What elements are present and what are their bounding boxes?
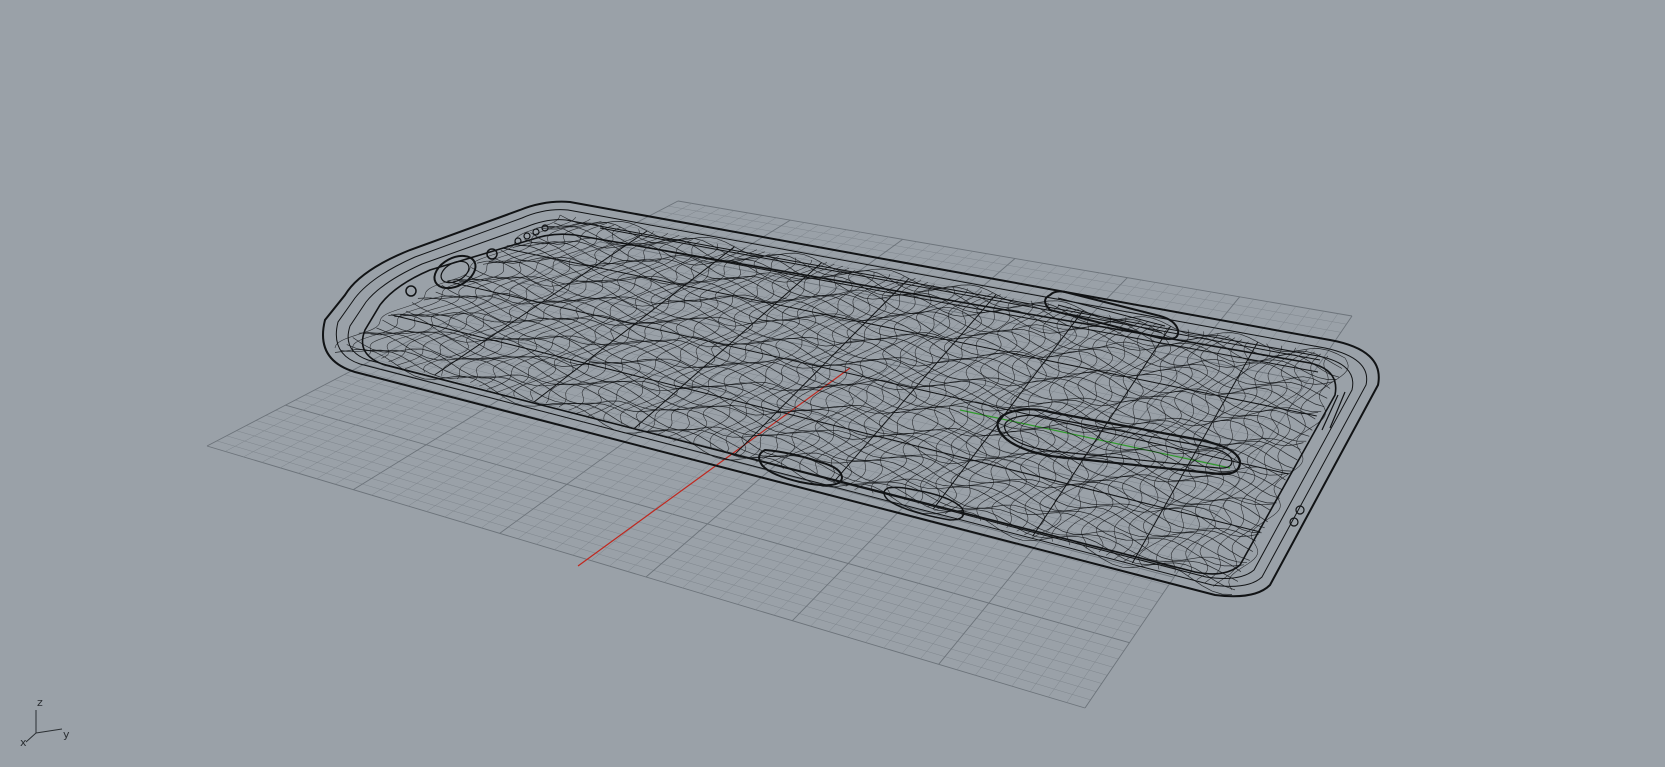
perspective-view[interactable]: z y x	[0, 0, 1665, 767]
mesh-line	[1156, 345, 1282, 570]
grid-line	[316, 215, 763, 479]
z-axis-label: z	[37, 696, 43, 709]
case-top-groove	[599, 227, 1321, 361]
mesh-line	[837, 294, 1001, 484]
grid-line	[901, 291, 1212, 654]
mesh-line	[1170, 347, 1297, 573]
axis-orientation-widget: z y x	[20, 696, 70, 749]
y-axis-label: y	[63, 728, 70, 741]
case-rim-line	[335, 209, 1368, 587]
3d-viewport[interactable]: z y x	[0, 0, 1665, 767]
grid-line	[993, 303, 1282, 681]
grid-line	[975, 301, 1268, 676]
x-axis-label: x	[20, 736, 27, 749]
grid-line	[1029, 308, 1311, 692]
mesh-line	[346, 344, 1239, 582]
